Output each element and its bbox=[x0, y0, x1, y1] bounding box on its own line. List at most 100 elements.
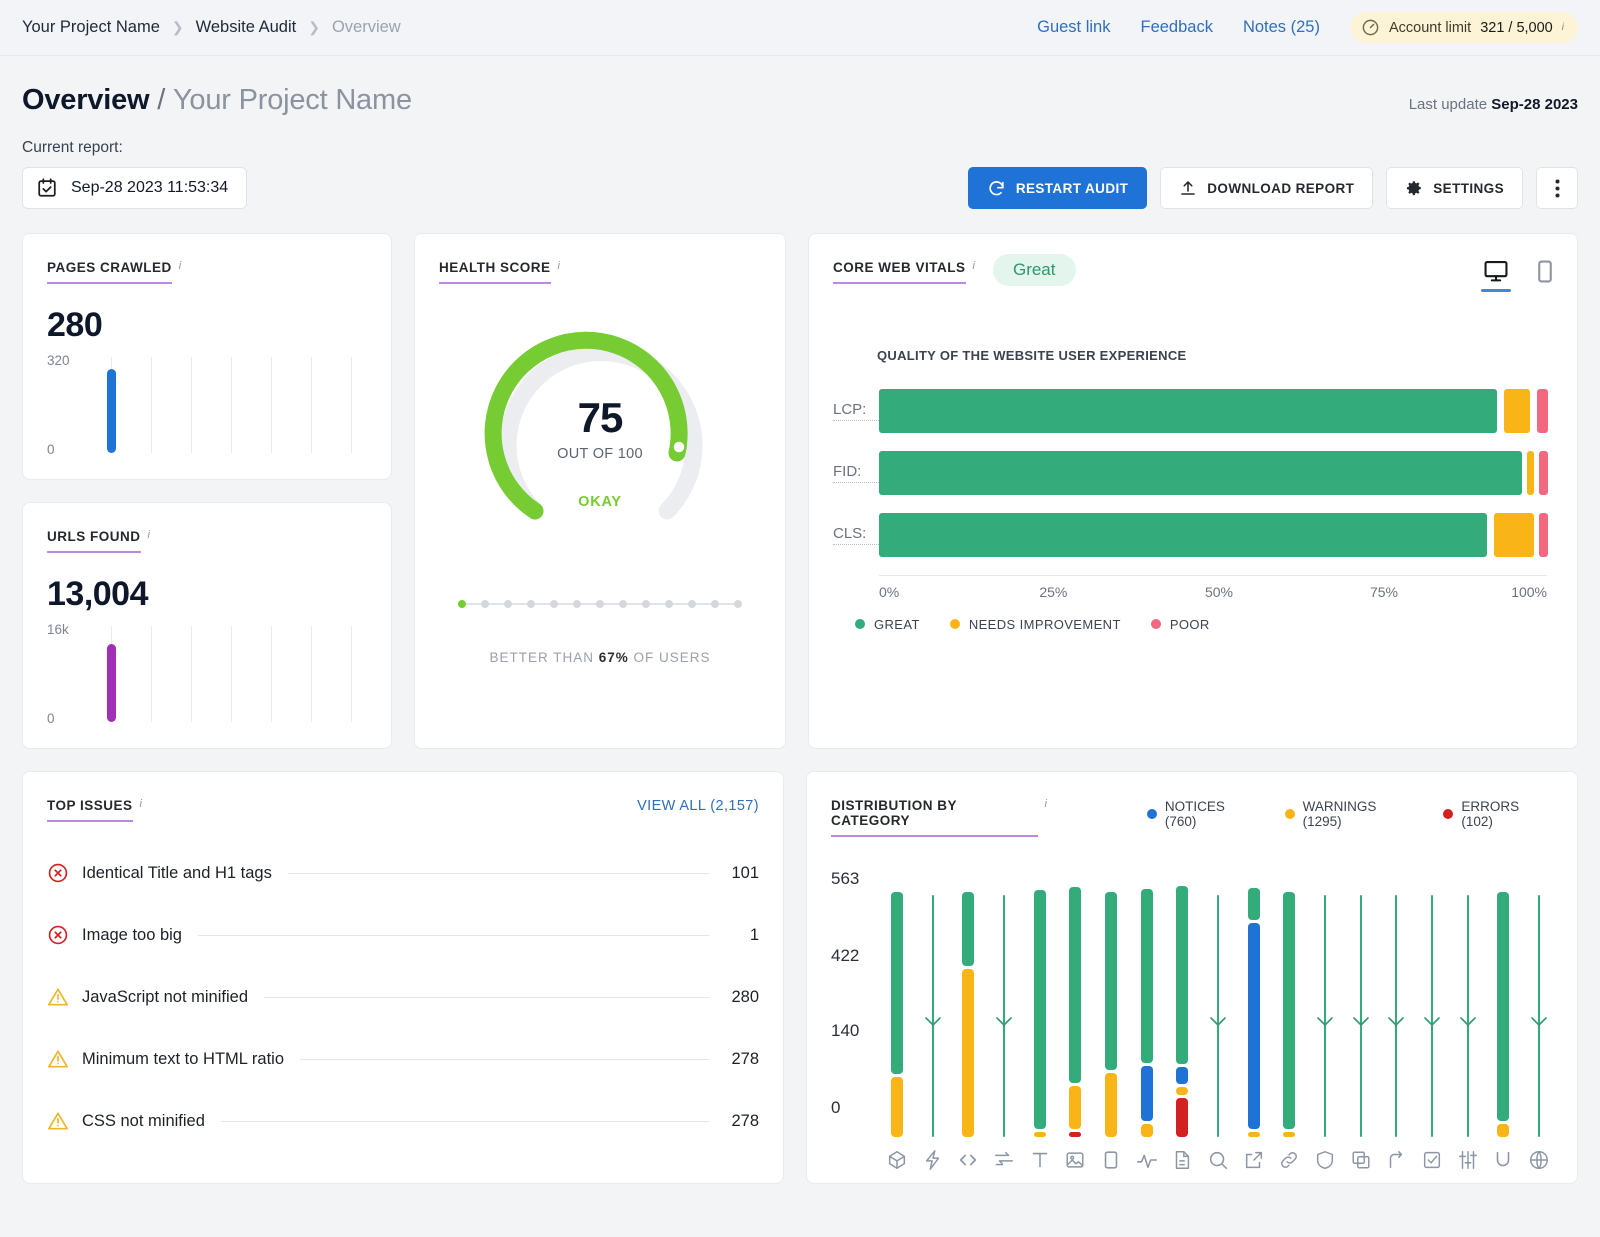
pages-crawled-plot bbox=[93, 357, 367, 453]
info-icon[interactable]: i bbox=[179, 260, 181, 272]
performance-lightning-icon[interactable] bbox=[921, 1149, 945, 1176]
check-icon bbox=[1210, 1013, 1226, 1027]
issue-label: Image too big bbox=[82, 925, 182, 944]
distribution-bar[interactable] bbox=[924, 881, 941, 1137]
cwv-axis: 0% 25% 50% 75% 100% bbox=[879, 574, 1547, 605]
breadcrumb: Your Project Name ❯ Website Audit ❯ Over… bbox=[22, 18, 401, 37]
distribution-bar[interactable] bbox=[1104, 881, 1117, 1137]
progress-dot bbox=[596, 600, 604, 608]
view-all-link[interactable]: VIEW ALL (2,157) bbox=[637, 798, 759, 814]
shield-icon[interactable] bbox=[1313, 1149, 1337, 1176]
settings-button[interactable]: SETTINGS bbox=[1386, 167, 1523, 209]
distribution-bar[interactable] bbox=[996, 881, 1012, 1137]
distribution-bar[interactable] bbox=[1033, 881, 1046, 1137]
warning-triangle-icon bbox=[48, 1050, 68, 1068]
copy-icon[interactable] bbox=[1349, 1149, 1373, 1176]
last-update-value: Sep-28 2023 bbox=[1491, 96, 1578, 113]
cwv-subtitle: QUALITY OF THE WEBSITE USER EXPERIENCE bbox=[877, 347, 1187, 363]
check-icon bbox=[1317, 1013, 1333, 1027]
distribution-bar[interactable] bbox=[1531, 881, 1547, 1137]
info-icon[interactable]: i bbox=[1045, 798, 1047, 810]
pages-crawled-bar bbox=[107, 369, 116, 453]
issue-count: 278 bbox=[731, 1111, 759, 1130]
notes-link[interactable]: Notes (25) bbox=[1243, 18, 1320, 37]
distribution-bar[interactable] bbox=[1459, 881, 1476, 1137]
sliders-icon[interactable] bbox=[1456, 1149, 1480, 1176]
breadcrumb-item-project[interactable]: Your Project Name bbox=[22, 18, 160, 37]
pages-crawled-card: PAGES CRAWLED i 280 320 0 bbox=[22, 233, 392, 480]
issue-count: 101 bbox=[731, 863, 759, 882]
distribution-bar[interactable] bbox=[1140, 881, 1153, 1137]
cwv-seg-poor bbox=[1538, 450, 1548, 495]
health-score-value: 75 bbox=[577, 394, 624, 441]
restart-audit-button[interactable]: RESTART AUDIT bbox=[967, 167, 1148, 209]
feedback-link[interactable]: Feedback bbox=[1140, 18, 1212, 37]
info-icon[interactable]: i bbox=[558, 260, 560, 272]
more-options-button[interactable] bbox=[1536, 167, 1578, 209]
info-icon[interactable]: i bbox=[140, 798, 142, 810]
distribution-bar[interactable] bbox=[1317, 881, 1333, 1137]
cwv-seg-poor bbox=[1538, 512, 1548, 557]
y-tick-140: 140 bbox=[831, 1021, 860, 1040]
table-row[interactable]: Image too big 1 bbox=[47, 904, 759, 966]
cwv-tick-75: 75% bbox=[1369, 583, 1398, 600]
mobile-icon[interactable] bbox=[1099, 1149, 1123, 1176]
urls-found-value: 13,004 bbox=[47, 575, 149, 613]
legend-dot-great bbox=[855, 619, 865, 629]
health-score-title: HEALTH SCORE bbox=[439, 260, 551, 284]
globe-icon[interactable] bbox=[1527, 1149, 1551, 1176]
distribution-bar[interactable] bbox=[1210, 881, 1226, 1137]
settings-label: SETTINGS bbox=[1433, 180, 1504, 196]
report-date-selector[interactable]: Sep-28 2023 11:53:34 bbox=[22, 167, 248, 209]
info-icon[interactable]: i bbox=[973, 260, 975, 272]
info-icon[interactable]: i bbox=[148, 529, 150, 541]
mobile-toggle-button[interactable] bbox=[1537, 260, 1553, 283]
search-icon[interactable] bbox=[1206, 1149, 1230, 1176]
download-report-button[interactable]: DOWNLOAD REPORT bbox=[1160, 167, 1374, 209]
redirect-arrow-icon[interactable] bbox=[1384, 1149, 1408, 1176]
distribution-bar[interactable] bbox=[1283, 881, 1296, 1137]
table-row[interactable]: Minimum text to HTML ratio 278 bbox=[47, 1028, 759, 1090]
distribution-bar[interactable] bbox=[962, 881, 975, 1137]
distribution-bar[interactable] bbox=[1352, 881, 1369, 1137]
top-issues-list: Identical Title and H1 tags 101 Image to… bbox=[23, 822, 783, 1176]
underline-icon[interactable] bbox=[1491, 1149, 1515, 1176]
distribution-bar[interactable] bbox=[1424, 881, 1440, 1137]
cwv-row-cls: CLS: bbox=[833, 512, 1548, 557]
status-badge: Great bbox=[992, 254, 1076, 286]
account-limit-badge[interactable]: Account limit 321 / 5,000 i bbox=[1349, 12, 1578, 43]
text-title-icon[interactable] bbox=[1028, 1149, 1052, 1176]
link-chain-icon[interactable] bbox=[1277, 1149, 1301, 1176]
table-row[interactable]: Identical Title and H1 tags 101 bbox=[47, 842, 759, 904]
check-icon bbox=[1459, 1013, 1476, 1027]
distribution-bar[interactable] bbox=[1247, 881, 1260, 1137]
performance-wave-icon[interactable] bbox=[1135, 1149, 1159, 1176]
breadcrumb-item-audit[interactable]: Website Audit bbox=[196, 18, 297, 37]
code-icon[interactable] bbox=[956, 1149, 980, 1176]
table-row[interactable]: JavaScript not minified 280 bbox=[47, 966, 759, 1028]
distribution-bar[interactable] bbox=[1388, 881, 1405, 1137]
image-icon[interactable] bbox=[1063, 1149, 1087, 1176]
info-icon[interactable]: i bbox=[1562, 22, 1564, 33]
document-icon[interactable] bbox=[1170, 1149, 1194, 1176]
desktop-toggle-button[interactable] bbox=[1481, 260, 1511, 292]
redirects-icon[interactable] bbox=[992, 1149, 1016, 1176]
external-link-icon[interactable] bbox=[1242, 1149, 1266, 1176]
crawlability-icon[interactable] bbox=[885, 1149, 909, 1176]
distribution-bar[interactable] bbox=[1497, 881, 1510, 1137]
table-row[interactable]: CSS not minified 278 bbox=[47, 1090, 759, 1152]
checklist-icon[interactable] bbox=[1420, 1149, 1444, 1176]
progress-dot-active bbox=[458, 600, 466, 608]
legend-dot-poor bbox=[1150, 619, 1161, 629]
progress-dot bbox=[688, 600, 696, 608]
distribution-bar[interactable] bbox=[1069, 881, 1082, 1137]
bar-segment-warnings bbox=[962, 969, 975, 1137]
bar-segment-warnings bbox=[1104, 1072, 1117, 1137]
bar-segment-great bbox=[962, 892, 975, 967]
distribution-card: DISTRIBUTION BY CATEGORY i NOTICES (760)… bbox=[806, 771, 1578, 1184]
category-icon-row bbox=[879, 1143, 1557, 1183]
urls-found-card: URLS FOUND i 13,004 16k 0 bbox=[22, 502, 392, 749]
guest-link-link[interactable]: Guest link bbox=[1037, 18, 1110, 37]
distribution-bar[interactable] bbox=[1176, 881, 1189, 1137]
distribution-bar[interactable] bbox=[890, 881, 903, 1137]
